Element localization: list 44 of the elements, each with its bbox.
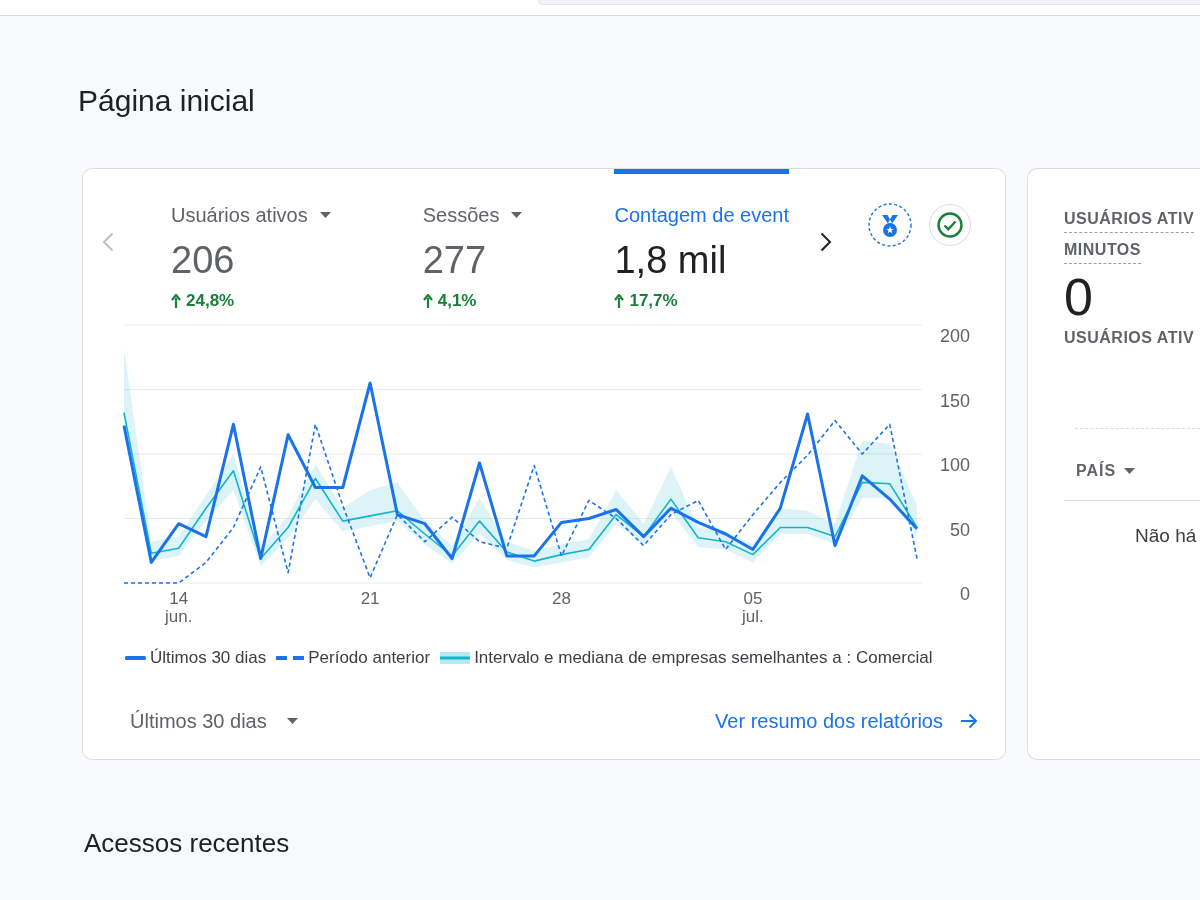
y-axis-label: 200 <box>939 326 970 346</box>
empty-message: Não há <box>1135 524 1197 548</box>
y-axis-label: 100 <box>939 455 970 475</box>
change-value: 17,7% <box>629 291 678 311</box>
metric-value: 277 <box>422 238 488 282</box>
legend-label: Período anterior <box>308 648 431 668</box>
page-title: Página inicial <box>78 83 255 119</box>
y-axis-label: 50 <box>949 519 970 540</box>
section-title: Acessos recentes <box>84 827 290 859</box>
y-axis-label: 150 <box>939 390 970 411</box>
chevron-left-icon <box>102 232 114 252</box>
metric-title: USUÁRIOS ATIV <box>1064 209 1195 233</box>
medal-button[interactable] <box>868 203 912 247</box>
check-circle-icon <box>937 212 963 238</box>
metric-label: Sessões <box>422 203 500 228</box>
caret-down-icon <box>1124 468 1136 474</box>
y-axis-label: 0 <box>960 584 970 604</box>
legend-label: Últimos 30 dias <box>150 648 267 668</box>
caret-down-icon <box>286 718 298 724</box>
metric-tab[interactable]: Contagem de event 1,8 mil 17,7% <box>614 169 789 311</box>
metric-tab[interactable]: Usuários ativos 206 24,8% <box>171 169 331 311</box>
realtime-value: 0 <box>1064 271 1093 323</box>
chevron-right-icon <box>820 232 832 252</box>
search-field[interactable] <box>538 0 1200 5</box>
check-button[interactable] <box>929 204 971 246</box>
metric-caption: USUÁRIOS ATIV <box>1064 328 1195 348</box>
x-axis-label: 28 <box>552 590 571 608</box>
metric-value: 1,8 mil <box>614 238 728 282</box>
arrow-right-icon <box>960 713 978 729</box>
metric-label: Contagem de event <box>614 203 789 228</box>
metric-label: Usuários ativos <box>171 203 308 228</box>
metric-tab[interactable]: Sessões 277 4,1% <box>422 169 523 311</box>
medal-icon <box>868 203 912 247</box>
change-value: 24,8% <box>186 291 235 311</box>
metric-value: 206 <box>171 238 236 282</box>
report-summary-link[interactable]: Ver resumo dos relatórios <box>715 708 978 734</box>
legend-label: Intervalo e mediana de empresas semelhantes a : Comercial <box>474 648 933 668</box>
change-value: 4,1% <box>437 291 477 311</box>
x-axis-label: 21 <box>360 590 380 608</box>
metric-title: MINUTOS <box>1064 240 1141 264</box>
x-axis-label: 05 jul. <box>742 590 764 626</box>
date-range-dropdown[interactable]: Últimos 30 dias <box>130 708 298 734</box>
column-dropdown[interactable]: PAÍS <box>1076 461 1136 481</box>
x-axis-label: 14 jun. <box>165 590 193 626</box>
